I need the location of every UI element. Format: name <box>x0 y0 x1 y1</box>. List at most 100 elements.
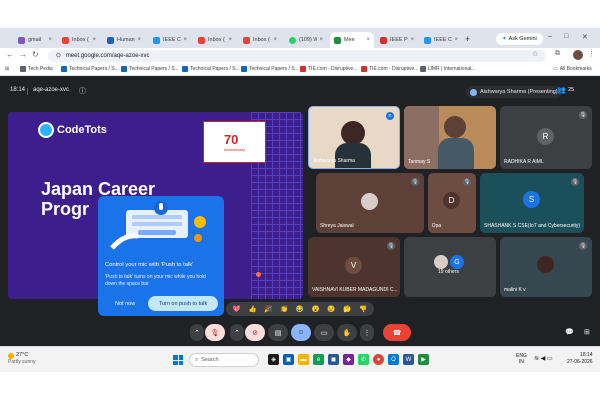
reaction-heart-icon[interactable]: 💖 <box>233 305 241 313</box>
participant-tile-aishwarya[interactable]: ≡ Aishwarya Sharma <box>308 106 400 169</box>
bookmark-item[interactable]: Tech Pedia <box>20 66 53 72</box>
file-explorer-icon[interactable]: ▬ <box>298 354 309 365</box>
taskbar-search-input[interactable]: ⌕ Search <box>189 353 259 367</box>
bookmark-item[interactable]: TIE.com - Disruptive... <box>361 66 418 72</box>
windows-start-icon[interactable] <box>173 355 183 365</box>
audio-options-chevron-icon[interactable]: ⌃ <box>190 324 204 341</box>
reaction-thumbs-up-icon[interactable]: 👍 <box>249 305 257 313</box>
bookmark-item[interactable]: Technical Papers / S... <box>241 66 299 72</box>
tab-ieee-pu[interactable]: IEEE Pu× <box>376 32 418 48</box>
close-tab-icon[interactable]: × <box>319 37 323 43</box>
captions-button[interactable]: ▤ <box>268 324 288 341</box>
reaction-thinking-icon[interactable]: 🤔 <box>343 305 351 313</box>
turn-on-push-to-talk-button[interactable]: Turn on push to talk <box>148 296 218 311</box>
bookmark-item[interactable]: TIE.com - Disruptive... <box>300 66 357 72</box>
extensions-icon[interactable]: ⧉ <box>555 50 560 58</box>
menu-icon[interactable]: ⋮ <box>588 50 595 58</box>
maximize-icon[interactable]: □ <box>564 33 568 40</box>
language-indicator[interactable]: ENG IN <box>516 353 527 365</box>
ask-gemini-button[interactable]: ✦ Ask Gemini <box>496 33 543 45</box>
activities-icon[interactable]: ⊞ <box>584 328 590 336</box>
reaction-party-icon[interactable]: 🎉 <box>264 305 272 313</box>
weather-widget[interactable]: 27°C Partly sunny <box>8 352 36 366</box>
tab-ieee-co-1[interactable]: IEEE Co× <box>149 32 191 48</box>
more-options-icon[interactable]: ⋮ <box>360 324 374 341</box>
close-tab-icon[interactable]: × <box>454 37 458 43</box>
site-info-icon[interactable]: ⛭ <box>56 53 61 60</box>
close-tab-icon[interactable]: × <box>273 37 277 43</box>
back-icon[interactable]: ← <box>6 50 14 59</box>
present-screen-button[interactable]: ▭ <box>314 324 334 341</box>
bookmark-item[interactable]: Technical Papers / S... <box>121 66 179 72</box>
tab-inbox-2[interactable]: Inbox (× <box>194 32 236 48</box>
tab-inbox-1[interactable]: Inbox (× <box>58 32 100 48</box>
apps-icon[interactable]: ⊞ <box>5 66 9 72</box>
participant-tile-malini[interactable]: 🎙 malini K v <box>500 237 592 297</box>
participant-tile-radhika[interactable]: R 🎙 RADHIKA R AIML <box>500 106 592 169</box>
bookmark-item[interactable]: Technical Papers / S... <box>182 66 240 72</box>
participant-tile-shreya[interactable]: 🎙 Shreya Jaiswal <box>316 173 424 233</box>
store-icon[interactable]: ◼ <box>328 354 339 365</box>
bookmark-star-icon[interactable]: ☆ <box>532 50 538 58</box>
tab-human[interactable]: Human × <box>103 32 145 48</box>
tab-meet[interactable]: Mee × <box>330 32 374 48</box>
participant-tile-tanmay[interactable]: Tanmay S <box>404 106 496 169</box>
tab-inbox-3[interactable]: Inbox (× <box>239 32 281 48</box>
mail-favicon-icon <box>198 36 205 44</box>
close-tab-icon[interactable]: × <box>410 37 414 43</box>
copilot-icon[interactable]: ◈ <box>268 354 279 365</box>
not-now-button[interactable]: Not now <box>107 298 143 310</box>
close-tab-icon[interactable]: × <box>183 37 187 43</box>
reaction-laugh-icon[interactable]: 😂 <box>296 305 304 313</box>
meeting-info-icon[interactable]: ⓘ <box>79 86 86 96</box>
close-tab-icon[interactable]: × <box>137 37 141 43</box>
tab-ieee-co-2[interactable]: IEEE Co× <box>420 32 462 48</box>
close-tab-icon[interactable]: × <box>92 37 96 43</box>
participant-tile-shashank[interactable]: S 🎙 SHASHANK S CSE(IoT and Cybersecurity… <box>480 173 584 233</box>
tab-gmail[interactable]: gmail × <box>14 32 56 48</box>
tab-whatsapp[interactable]: (109) W × <box>285 32 327 48</box>
reaction-surprised-icon[interactable]: 😮 <box>312 305 320 313</box>
edge-icon[interactable]: e <box>313 354 324 365</box>
battery-icon[interactable]: ▭ <box>547 356 553 362</box>
reaction-thumbs-down-icon[interactable]: 👎 <box>359 305 367 313</box>
close-tab-icon[interactable]: × <box>366 37 370 43</box>
raise-hand-button[interactable]: ✋ <box>337 324 357 341</box>
whatsapp-icon[interactable]: ✆ <box>358 354 369 365</box>
reactions-button[interactable]: ☺ <box>291 324 311 341</box>
task-view-icon[interactable]: ▣ <box>283 354 294 365</box>
close-tab-icon[interactable]: × <box>48 37 52 43</box>
presenting-chip[interactable]: Aishwarya Sharma (Presenting) <box>466 86 562 98</box>
meet-app-icon[interactable]: ▶ <box>418 354 429 365</box>
reload-icon[interactable]: ↻ <box>32 50 39 59</box>
participant-tile-vaishnavi[interactable]: V 🎙 VAISHNAVI KUBER MADAGUNDI C... <box>308 237 400 297</box>
new-tab-icon[interactable]: + <box>465 34 470 44</box>
bookmark-item[interactable]: Technical Papers / S... <box>61 66 119 72</box>
system-clock[interactable]: 18:14 27-06-2026 <box>567 352 593 365</box>
app-icon[interactable]: ◆ <box>343 354 354 365</box>
minimize-icon[interactable]: – <box>548 33 552 40</box>
wifi-icon[interactable]: ≋ <box>534 356 539 362</box>
chat-icon[interactable]: 💬 <box>565 328 574 336</box>
people-icon[interactable]: 👥 <box>557 86 566 94</box>
bookmark-item[interactable]: IJMR | International... <box>420 66 475 72</box>
system-tray[interactable]: ≋ ◀ ▭ <box>534 355 553 362</box>
outlook-icon[interactable]: O <box>388 354 399 365</box>
all-bookmarks-folder[interactable]: ▭ All Bookmarks <box>553 66 592 72</box>
reaction-sad-icon[interactable]: 😢 <box>327 305 335 313</box>
microphone-off-button[interactable]: 🎙 <box>205 324 225 341</box>
video-options-chevron-icon[interactable]: ⌃ <box>230 324 244 341</box>
url-field[interactable]: ⛭ meet.google.com/aqe-azoe-xvc <box>48 50 546 62</box>
camera-off-button[interactable]: ⊘ <box>245 324 265 341</box>
forward-icon[interactable]: → <box>19 50 27 59</box>
participant-tile-others[interactable]: G 19 others <box>404 237 496 297</box>
close-window-icon[interactable]: ✕ <box>582 33 588 41</box>
close-tab-icon[interactable]: × <box>228 37 232 43</box>
word-icon[interactable]: W <box>403 354 414 365</box>
chrome-icon[interactable]: ● <box>373 354 384 365</box>
reaction-clap-icon[interactable]: 👏 <box>280 305 288 313</box>
leave-call-button[interactable]: ☎ <box>383 324 411 341</box>
participant-tile-dpa[interactable]: D 🎙 Dpa <box>428 173 476 233</box>
profile-avatar[interactable] <box>573 50 583 60</box>
volume-icon[interactable]: ◀ <box>541 356 546 362</box>
